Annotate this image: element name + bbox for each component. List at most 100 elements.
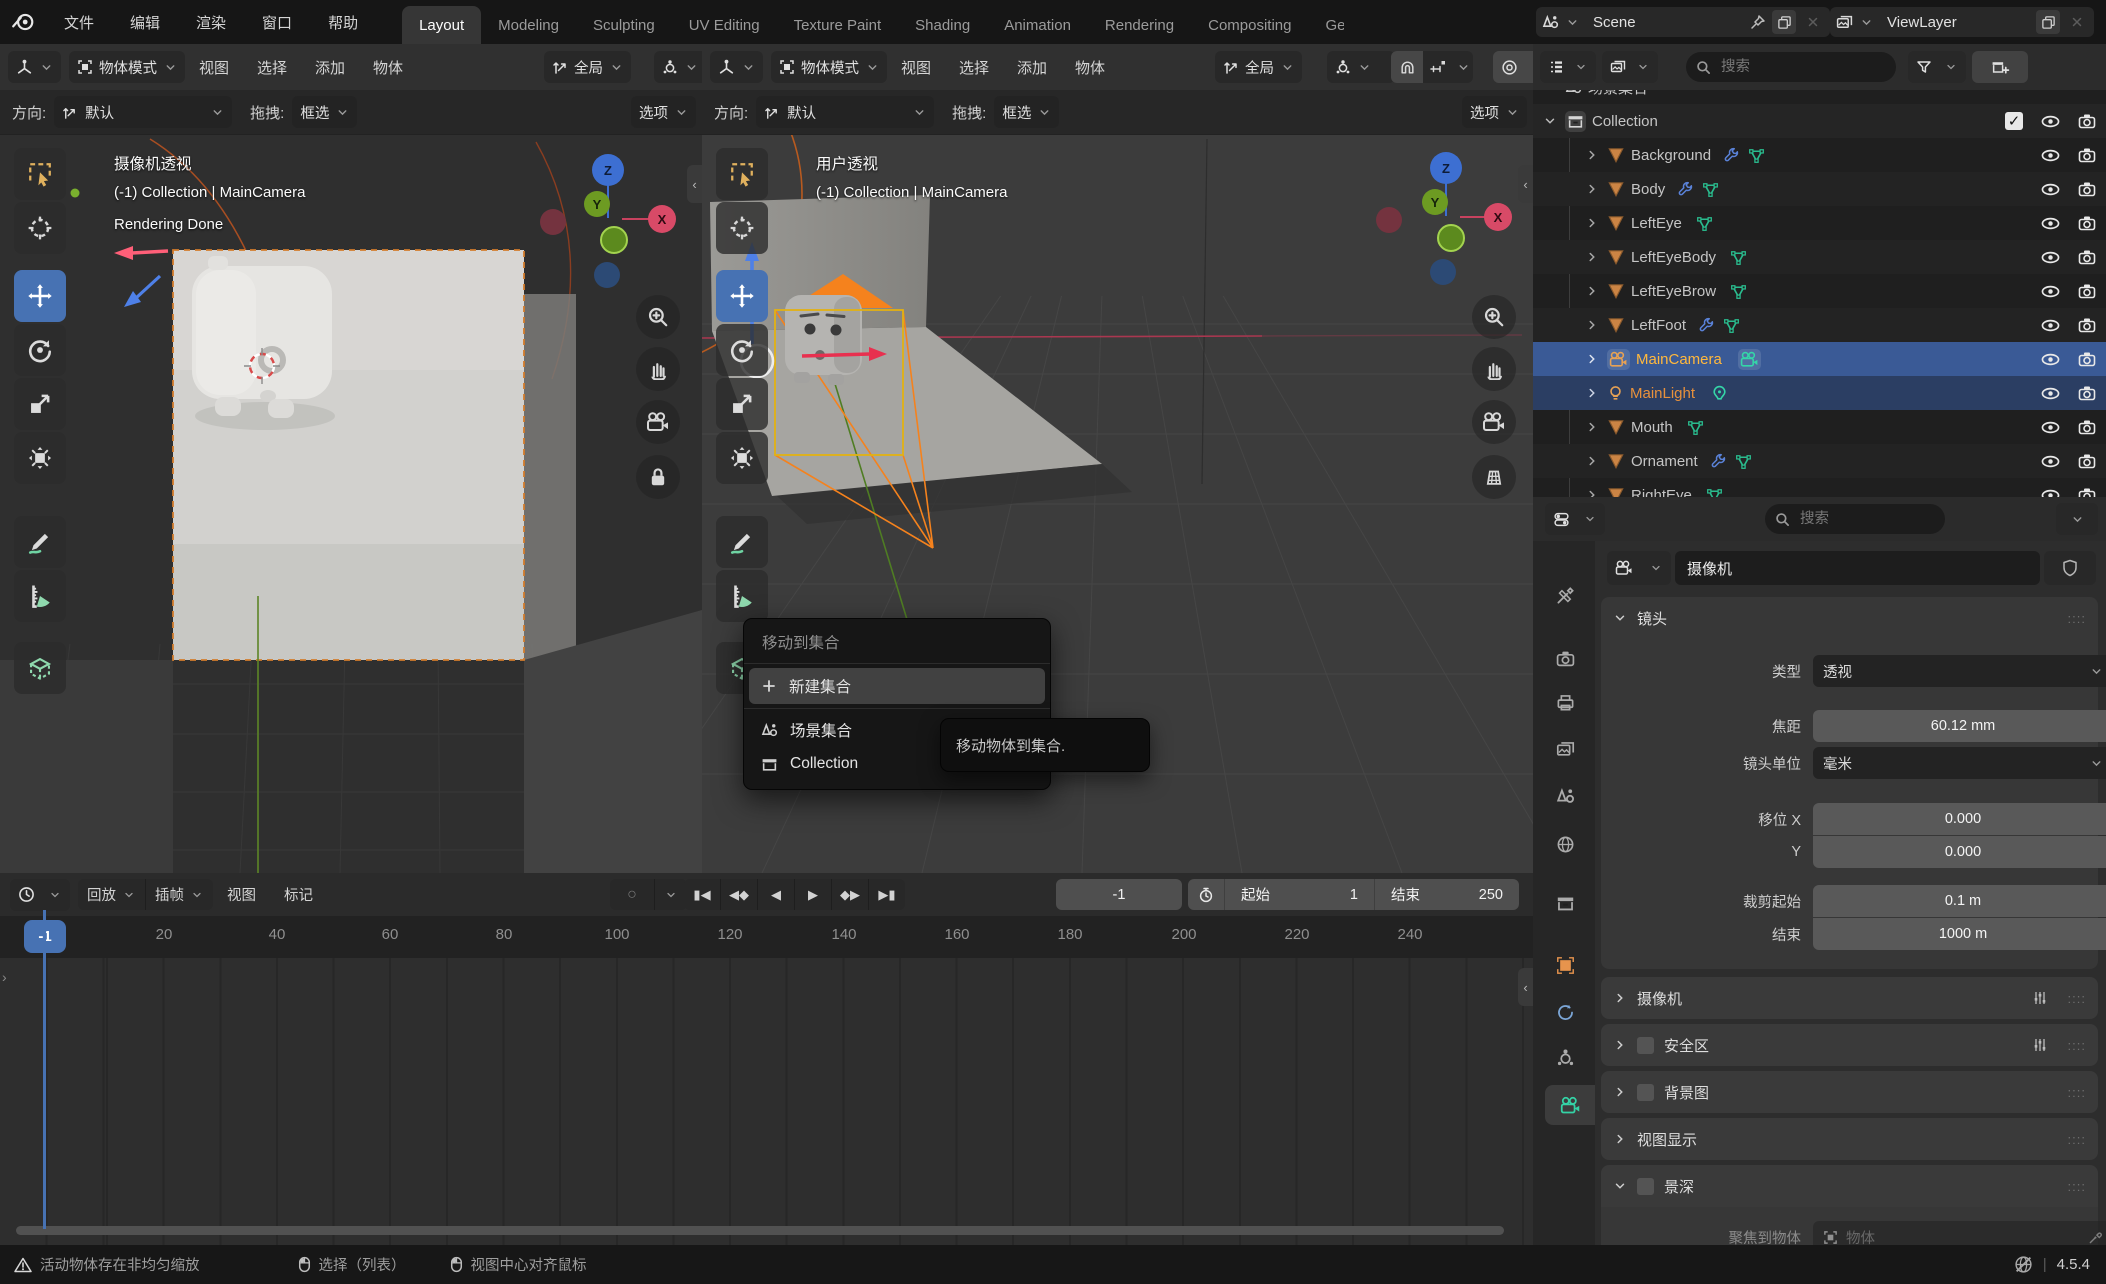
axis-neg-y-handle[interactable] bbox=[600, 226, 628, 254]
workspace-tab-shading[interactable]: Shading bbox=[898, 6, 987, 44]
axis-x-handle[interactable]: X bbox=[648, 205, 676, 233]
close-viewlayer-icon[interactable] bbox=[2066, 15, 2088, 29]
tab-tool[interactable] bbox=[1543, 575, 1587, 615]
modifier-wrench-icon[interactable] bbox=[1710, 453, 1727, 470]
drag-dots-icon[interactable]: :::: bbox=[2068, 1179, 2086, 1194]
dof-panel-header[interactable]: 景深 :::: bbox=[1601, 1165, 2098, 1207]
tool-select-box[interactable] bbox=[716, 148, 768, 200]
chevron-right-icon[interactable] bbox=[1585, 284, 1599, 298]
disable-render-icon[interactable] bbox=[2078, 181, 2096, 197]
scene-name[interactable]: Scene bbox=[1585, 14, 1744, 31]
channel-expand-arrow[interactable]: › bbox=[2, 969, 7, 985]
playhead-line[interactable] bbox=[43, 910, 46, 1229]
properties-search-input[interactable] bbox=[1798, 510, 1902, 528]
disable-render-icon[interactable] bbox=[2078, 419, 2096, 435]
scene-selector[interactable]: Scene bbox=[1536, 7, 1830, 37]
mesh-data-icon[interactable] bbox=[1730, 283, 1747, 300]
disable-render-icon[interactable] bbox=[2078, 113, 2096, 129]
mesh-data-icon[interactable] bbox=[1735, 453, 1752, 470]
chevron-right-icon[interactable] bbox=[1585, 216, 1599, 230]
focal-length-field[interactable]: 60.12 mm bbox=[1813, 710, 2106, 742]
character-mesh[interactable] bbox=[785, 295, 862, 385]
editor-type-button[interactable] bbox=[710, 51, 763, 83]
use-preview-range-button[interactable] bbox=[1188, 879, 1225, 910]
chevron-down-icon[interactable] bbox=[1543, 114, 1557, 128]
axis-neg-z-handle[interactable] bbox=[1430, 259, 1456, 285]
current-frame-field[interactable]: -1 bbox=[1056, 879, 1182, 910]
dof-checkbox[interactable] bbox=[1637, 1178, 1654, 1195]
disable-render-icon[interactable] bbox=[2078, 283, 2096, 299]
tab-physics[interactable] bbox=[1543, 992, 1587, 1032]
viewport-display-panel-header[interactable]: 视图显示 :::: bbox=[1601, 1118, 2098, 1160]
presets-icon[interactable] bbox=[2032, 990, 2048, 1006]
tab-object[interactable] bbox=[1543, 945, 1587, 985]
orientation-value-dropdown[interactable]: 默认 bbox=[756, 96, 934, 128]
hide-eye-icon[interactable] bbox=[2041, 421, 2060, 434]
close-scene-icon[interactable] bbox=[1802, 15, 1824, 29]
outliner-row-maincamera[interactable]: MainCamera bbox=[1533, 342, 2106, 376]
outliner-row-scene-collection[interactable]: 场景集合 bbox=[1533, 90, 2106, 104]
id-type-button[interactable] bbox=[1607, 551, 1671, 585]
collection-checkbox[interactable]: ✓ bbox=[2005, 112, 2023, 130]
pan-button[interactable] bbox=[1472, 347, 1516, 391]
menu-render[interactable]: 渲染 bbox=[178, 0, 244, 44]
drag-mode-dropdown[interactable]: 框选 bbox=[292, 96, 357, 128]
mesh-data-icon[interactable] bbox=[1748, 147, 1765, 164]
lens-unit-dropdown[interactable]: 毫米 bbox=[1813, 747, 2106, 779]
menu-view[interactable]: 视图 bbox=[887, 57, 945, 78]
sidebar-toggle[interactable]: ‹ bbox=[687, 165, 702, 203]
eyedropper-icon[interactable] bbox=[2088, 1230, 2103, 1245]
tool-rotate[interactable] bbox=[716, 324, 768, 376]
zoom-button[interactable] bbox=[1472, 295, 1516, 339]
tool-cursor[interactable] bbox=[716, 202, 768, 254]
outliner-row-leftfoot[interactable]: LeftFoot bbox=[1533, 308, 2106, 342]
menu-window[interactable]: 窗口 bbox=[244, 0, 310, 44]
disable-render-icon[interactable] bbox=[2078, 249, 2096, 265]
drag-dots-icon[interactable]: :::: bbox=[2068, 1132, 2086, 1147]
tool-measure[interactable] bbox=[716, 570, 768, 622]
snap-toggle[interactable] bbox=[1391, 51, 1423, 83]
outliner-search-input[interactable] bbox=[1719, 58, 1843, 76]
outliner-search[interactable] bbox=[1686, 52, 1896, 82]
id-name-field[interactable]: 摄像机 bbox=[1675, 551, 2040, 585]
chevron-right-icon[interactable] bbox=[1585, 386, 1599, 400]
tab-output[interactable] bbox=[1543, 682, 1587, 722]
outliner-row-background[interactable]: Background bbox=[1533, 138, 2106, 172]
focus-object-field[interactable]: 物体 bbox=[1813, 1221, 2106, 1245]
lens-type-dropdown[interactable]: 透视 bbox=[1813, 655, 2106, 687]
disable-render-icon[interactable] bbox=[2078, 487, 2096, 497]
next-keyframe-button[interactable]: ◆▶ bbox=[832, 879, 869, 910]
snap-target-icon[interactable] bbox=[1423, 51, 1453, 83]
menu-edit[interactable]: 编辑 bbox=[112, 0, 178, 44]
mode-dropdown[interactable]: 物体模式 bbox=[771, 51, 887, 83]
axis-y-handle[interactable]: Y bbox=[1422, 189, 1448, 215]
workspace-tab-geometrynodes[interactable]: Geometry Nodes bbox=[1309, 6, 1344, 44]
disable-render-icon[interactable] bbox=[2078, 317, 2096, 333]
tab-scene[interactable] bbox=[1543, 776, 1587, 816]
timeline-sidebar-toggle[interactable]: ‹ bbox=[1518, 968, 1533, 1006]
outliner-row-righteye[interactable]: RightEye bbox=[1533, 478, 2106, 497]
light-data-icon[interactable] bbox=[1711, 385, 1728, 402]
chevron-right-icon[interactable] bbox=[1585, 318, 1599, 332]
workspace-tab-compositing[interactable]: Compositing bbox=[1191, 6, 1308, 44]
workspace-tab-texturepaint[interactable]: Texture Paint bbox=[777, 6, 899, 44]
tool-move[interactable] bbox=[14, 270, 66, 322]
camera-panel-header[interactable]: 摄像机 :::: bbox=[1601, 977, 2098, 1019]
background-images-panel-header[interactable]: 背景图 :::: bbox=[1601, 1071, 2098, 1113]
drag-dots-icon[interactable]: :::: bbox=[2068, 1038, 2086, 1053]
chevron-right-icon[interactable] bbox=[1585, 454, 1599, 468]
display-mode-dropdown[interactable] bbox=[1540, 51, 1596, 83]
axis-neg-z-handle[interactable] bbox=[594, 262, 620, 288]
auto-key-record-button[interactable]: ○ bbox=[610, 879, 655, 910]
frame-end-field[interactable]: 结束250 bbox=[1375, 879, 1519, 910]
camera-data-icon[interactable] bbox=[1738, 349, 1761, 370]
blender-logo-icon[interactable] bbox=[0, 12, 46, 32]
tab-object-data[interactable] bbox=[1545, 1085, 1595, 1125]
tool-transform[interactable] bbox=[716, 432, 768, 484]
copy-scene-icon[interactable] bbox=[1772, 10, 1796, 34]
hide-eye-icon[interactable] bbox=[2041, 251, 2060, 264]
drag-dots-icon[interactable]: :::: bbox=[2068, 1085, 2086, 1100]
auto-key-chevron[interactable] bbox=[655, 879, 687, 910]
mesh-data-icon[interactable] bbox=[1723, 317, 1740, 334]
camera-view-button[interactable] bbox=[1472, 400, 1516, 444]
